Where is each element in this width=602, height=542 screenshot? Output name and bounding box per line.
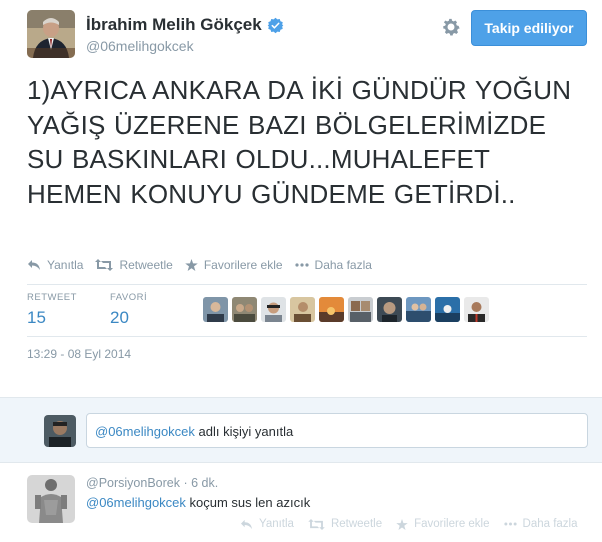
reply-favorite-action[interactable]: Favorilere ekle (396, 518, 490, 530)
retweet-stat[interactable]: RETWEET 15 (27, 292, 77, 328)
favoriter-avatar[interactable] (377, 297, 402, 322)
reply-retweet-action[interactable]: Retweetle (308, 518, 382, 530)
reply-time[interactable]: 6 dk. (191, 476, 218, 490)
reply-reply-label: Yanıtla (259, 518, 294, 530)
favoriter-avatar[interactable] (319, 297, 344, 322)
more-dots-icon (503, 522, 517, 526)
favoriters-list (203, 297, 493, 322)
more-dots-icon (294, 263, 309, 267)
reply-text: @06melihgokcek koçum sus len azıcık (86, 495, 310, 510)
favorite-label: Favorilere ekle (203, 258, 283, 272)
reply-label: Yanıtla (47, 258, 84, 272)
tweet-permalink: İbrahim Melih Gökçek @06melihgokcek Taki… (0, 0, 602, 397)
favoriter-avatar[interactable] (464, 297, 489, 322)
reply-input-mention: @06melihgokcek (95, 424, 195, 439)
more-label: Daha fazla (314, 258, 372, 272)
favorite-stat-label: FAVORİ (110, 292, 148, 303)
reply-action[interactable]: Yanıtla (27, 258, 83, 272)
reply-input[interactable]: @06melihgokcek adlı kişiyi yanıtla (86, 413, 588, 448)
reply-retweet-label: Retweetle (330, 518, 383, 530)
reply-reply-action[interactable]: Yanıtla (240, 518, 294, 530)
reply-header: @PorsiyonBorek · 6 dk. (86, 476, 219, 490)
star-icon (396, 518, 408, 530)
verified-badge-icon (267, 17, 284, 33)
more-action[interactable]: Daha fazla (294, 258, 372, 272)
favoriter-avatar[interactable] (232, 297, 257, 322)
reply-tweet: @PorsiyonBorek · 6 dk. @06melihgokcek ko… (0, 464, 602, 542)
reply-icon (28, 260, 40, 270)
current-user-avatar (44, 415, 76, 447)
stats-bottom-divider (27, 336, 587, 337)
favoriter-avatar[interactable] (435, 297, 460, 322)
favorite-action[interactable]: Favorilere ekle (185, 258, 283, 272)
tweet-actions: Yanıtla Retweetle Favorilere ekle Daha f… (27, 258, 384, 272)
reply-icon (241, 519, 252, 529)
reply-input-suffix: adlı kişiyi yanıtla (194, 424, 294, 439)
retweet-count: 15 (27, 308, 46, 327)
retweet-action[interactable]: Retweetle (95, 258, 173, 272)
stats-top-divider (27, 284, 587, 285)
favoriter-avatar[interactable] (203, 297, 228, 322)
retweet-icon (308, 518, 325, 530)
tweet-timestamp[interactable]: 13:29 - 08 Eyl 2014 (27, 347, 131, 361)
favorite-count: 20 (110, 308, 129, 327)
retweet-icon (95, 259, 114, 271)
favoriter-avatar[interactable] (348, 297, 373, 322)
reply-composer-area: @06melihgokcek adlı kişiyi yanıtla (0, 397, 602, 463)
reply-actions: Yanıtla Retweetle Favorilere ekle Daha f… (240, 518, 592, 530)
author-avatar[interactable] (27, 10, 75, 58)
author-fullname[interactable]: İbrahim Melih Gökçek (86, 15, 262, 35)
tweet-text: 1)AYRICA ANKARA DA İKİ GÜNDÜR YOĞUN YAĞI… (27, 75, 572, 209)
retweet-label: Retweetle (119, 258, 173, 272)
retweet-stat-label: RETWEET (27, 292, 77, 303)
author-screenname[interactable]: @06melihgokcek (86, 38, 194, 54)
reply-more-label: Daha fazla (522, 518, 578, 530)
following-button[interactable]: Takip ediliyor (471, 10, 587, 46)
favoriter-avatar[interactable] (406, 297, 431, 322)
reply-mention[interactable]: @06melihgokcek (86, 495, 186, 510)
reply-favorite-label: Favorilere ekle (414, 518, 490, 530)
reply-more-action[interactable]: Daha fazla (503, 518, 578, 530)
favoriter-avatar[interactable] (290, 297, 315, 322)
author-name-row[interactable]: İbrahim Melih Gökçek (86, 15, 284, 35)
reply-body: koçum sus len azıcık (185, 495, 311, 510)
reply-author-avatar[interactable] (27, 475, 75, 523)
reply-author[interactable]: @PorsiyonBorek (86, 476, 180, 490)
star-icon (185, 259, 198, 271)
favoriter-avatar[interactable] (261, 297, 286, 322)
gear-icon[interactable] (440, 16, 462, 38)
favorite-stat[interactable]: FAVORİ 20 (110, 292, 147, 328)
